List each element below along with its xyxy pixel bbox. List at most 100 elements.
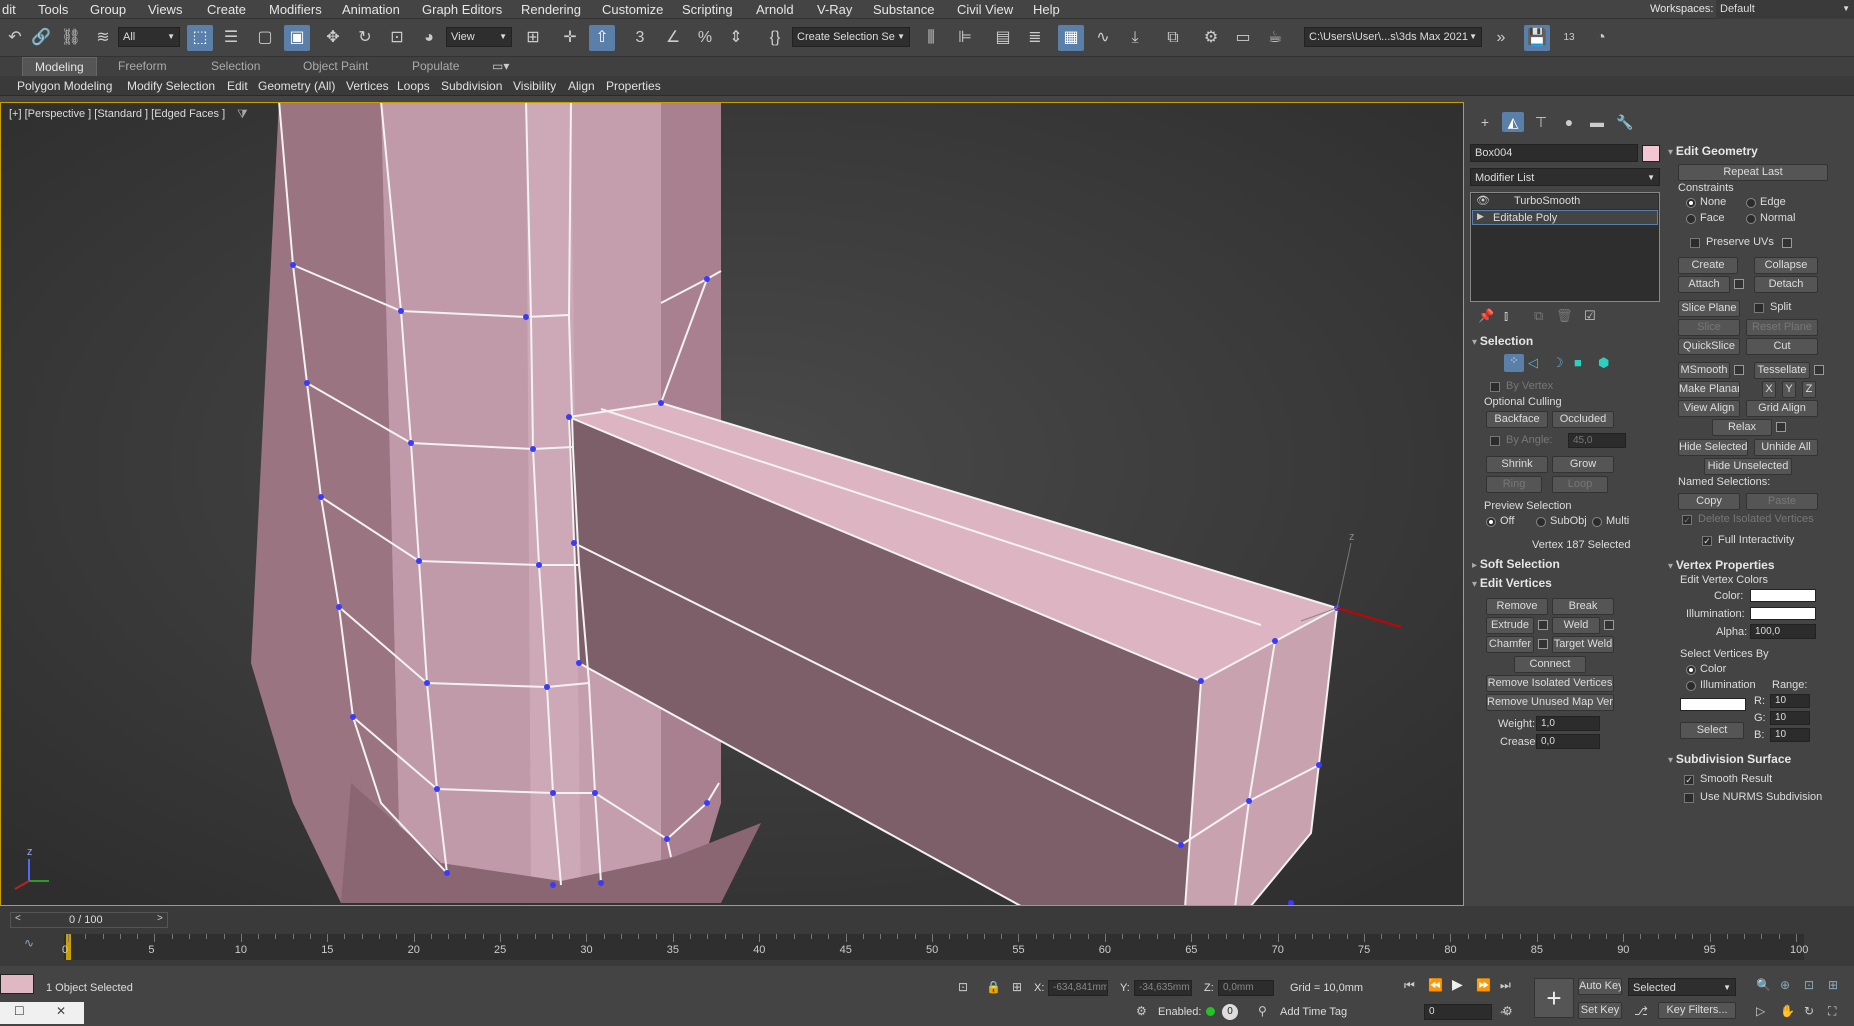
toggle-ribbon-icon[interactable]: ▦	[1058, 25, 1084, 51]
by-vertex-checkbox[interactable]	[1490, 382, 1500, 392]
vertex-color-swatch[interactable]	[1750, 589, 1816, 602]
menu-vray[interactable]: V-Ray	[817, 2, 852, 17]
project-path-dropdown[interactable]: C:\Users\User\...s\3ds Max 2021 ▼	[1304, 27, 1482, 47]
play-icon[interactable]: ▶	[1452, 976, 1463, 993]
menu-group[interactable]: Group	[90, 2, 126, 17]
loop-button[interactable]: Loop	[1552, 476, 1608, 493]
show-end-result-icon[interactable]: ⫾	[1504, 308, 1508, 324]
cut-button[interactable]: Cut	[1746, 338, 1818, 355]
current-frame-field[interactable]: 0	[1424, 1004, 1492, 1020]
select-manipulate-icon[interactable]: ✛	[557, 25, 583, 51]
target-weld-button[interactable]: Target Weld	[1552, 636, 1614, 653]
tab-selection[interactable]: Selection	[211, 59, 260, 73]
remove-isolated-vertices-button[interactable]: Remove Isolated Vertices	[1486, 675, 1614, 692]
ribbon-edit[interactable]: Edit	[227, 79, 248, 93]
vertex-properties-rollout-header[interactable]: Vertex Properties	[1668, 558, 1775, 572]
chamfer-button[interactable]: Chamfer	[1486, 636, 1534, 653]
menu-scripting[interactable]: Scripting	[682, 2, 733, 17]
pin-stack-icon[interactable]: 📌	[1478, 308, 1494, 324]
adaptive-degradation-icon[interactable]: ⚙	[1136, 1004, 1147, 1018]
ribbon-modify-selection[interactable]: Modify Selection	[127, 79, 215, 93]
z-coordinate-field[interactable]: 0,0mm	[1218, 980, 1274, 996]
link-icon[interactable]: 🔗	[28, 25, 54, 51]
occluded-button[interactable]: Occluded	[1552, 411, 1614, 428]
angle-snap-icon[interactable]: ∠	[660, 25, 686, 51]
time-slider[interactable]: < 0 / 100 >	[10, 912, 168, 928]
ribbon-loops[interactable]: Loops	[397, 79, 430, 93]
create-tab-icon[interactable]: +	[1474, 112, 1496, 132]
constraint-normal-radio[interactable]	[1746, 214, 1756, 224]
tessellate-settings-icon[interactable]	[1814, 365, 1824, 375]
workspaces-dropdown[interactable]: Default ▼	[1716, 0, 1854, 19]
time-slider-prev-icon[interactable]: <	[15, 913, 21, 924]
select-object-icon[interactable]: ⬚	[187, 25, 213, 51]
delete-isolated-checkbox[interactable]: ✓	[1682, 515, 1692, 525]
set-key-button[interactable]: Set Key	[1578, 1002, 1622, 1019]
zoom-extents-all-icon[interactable]: ⊞	[1828, 978, 1838, 992]
remove-button[interactable]: Remove	[1486, 598, 1548, 615]
select-by-name-icon[interactable]: ☰	[218, 25, 244, 51]
utilities-tab-icon[interactable]: 🔧	[1614, 112, 1636, 132]
pivot-icon[interactable]: ⊞	[520, 25, 546, 51]
range-g-spinner[interactable]: 10	[1770, 711, 1810, 725]
more-chevron-icon[interactable]: »	[1488, 25, 1514, 51]
paste-button[interactable]: Paste	[1746, 493, 1818, 510]
polygon-mode-icon[interactable]: ■	[1574, 355, 1582, 370]
make-planar-button[interactable]: Make Planar	[1678, 381, 1740, 398]
schematic-view-icon[interactable]: ⤓	[1122, 25, 1148, 51]
tab-populate[interactable]: Populate	[412, 59, 459, 73]
rendered-frame-window-icon[interactable]: ▭	[1230, 25, 1256, 51]
maxscript-listener-color[interactable]	[0, 974, 34, 994]
ref-coord-dropdown[interactable]: View ▼	[446, 27, 512, 47]
orbit-icon[interactable]: ↻	[1804, 1004, 1814, 1018]
unlink-icon[interactable]: ⛓	[58, 25, 84, 51]
border-mode-icon[interactable]: ☽	[1552, 355, 1564, 371]
render-setup-icon[interactable]: ⚙	[1198, 25, 1224, 51]
use-nurms-checkbox[interactable]	[1684, 793, 1694, 803]
window-restore-icon[interactable]: ☐	[14, 1004, 25, 1018]
display-tab-icon[interactable]: ▬	[1586, 112, 1608, 132]
soft-selection-rollout-header[interactable]: Soft Selection	[1472, 557, 1560, 571]
menu-substance[interactable]: Substance	[873, 2, 934, 17]
window-crossing-icon[interactable]: ▣	[284, 25, 310, 51]
modify-tab-icon[interactable]: ◭	[1502, 112, 1524, 132]
edit-named-selection-icon[interactable]: {}	[762, 25, 788, 51]
crease-spinner[interactable]: 0,0	[1536, 734, 1600, 749]
object-name-field[interactable]: Box004	[1470, 144, 1638, 162]
vertex-mode-icon[interactable]: ⁘	[1504, 354, 1524, 372]
hide-unselected-button[interactable]: Hide Unselected	[1704, 458, 1792, 475]
go-to-start-icon[interactable]: ⏮	[1404, 978, 1415, 993]
viewport-label[interactable]: [+] [Perspective ] [Standard ] [Edged Fa…	[9, 108, 225, 120]
filter-icon[interactable]: ⧩	[237, 107, 248, 122]
quickslice-button[interactable]: QuickSlice	[1678, 338, 1740, 355]
shrink-button[interactable]: Shrink	[1486, 456, 1548, 473]
set-keys-icon[interactable]: +	[1534, 978, 1574, 1018]
next-frame-icon[interactable]: ⏩	[1476, 978, 1491, 992]
help-search-icon[interactable]: ◔	[1588, 25, 1614, 51]
select-by-color-radio[interactable]	[1686, 665, 1696, 675]
scene-explorer-icon[interactable]: ▤	[990, 25, 1016, 51]
add-time-tag-link[interactable]: Add Time Tag	[1280, 1006, 1347, 1018]
zoom-icon[interactable]: 🔍	[1756, 978, 1771, 992]
break-button[interactable]: Break	[1552, 598, 1614, 615]
planar-z-button[interactable]: Z	[1802, 381, 1816, 398]
rotate-icon[interactable]: ↻	[352, 25, 378, 51]
weld-settings-icon[interactable]	[1604, 620, 1614, 630]
preview-off-radio[interactable]	[1486, 517, 1496, 527]
object-color-swatch[interactable]	[1642, 145, 1660, 162]
badge-13-icon[interactable]: 13	[1556, 25, 1582, 51]
absolute-mode-icon[interactable]: ⊞	[1012, 980, 1022, 994]
reset-plane-button[interactable]: Reset Plane	[1746, 319, 1818, 336]
copy-button[interactable]: Copy	[1678, 493, 1740, 510]
planar-x-button[interactable]: X	[1762, 381, 1776, 398]
percent-snap-icon[interactable]: %	[692, 25, 718, 51]
move-icon[interactable]: ✥	[320, 25, 346, 51]
rect-selection-icon[interactable]: ▢	[252, 25, 278, 51]
ring-button[interactable]: Ring	[1486, 476, 1542, 493]
expand-arrow-icon[interactable]: ▶	[1477, 211, 1484, 222]
edge-mode-icon[interactable]: ◁	[1528, 355, 1538, 371]
menu-rendering[interactable]: Rendering	[521, 2, 581, 17]
unhide-all-button[interactable]: Unhide All	[1754, 439, 1818, 456]
tessellate-button[interactable]: Tessellate	[1754, 362, 1810, 379]
grid-align-button[interactable]: Grid Align	[1746, 400, 1818, 417]
